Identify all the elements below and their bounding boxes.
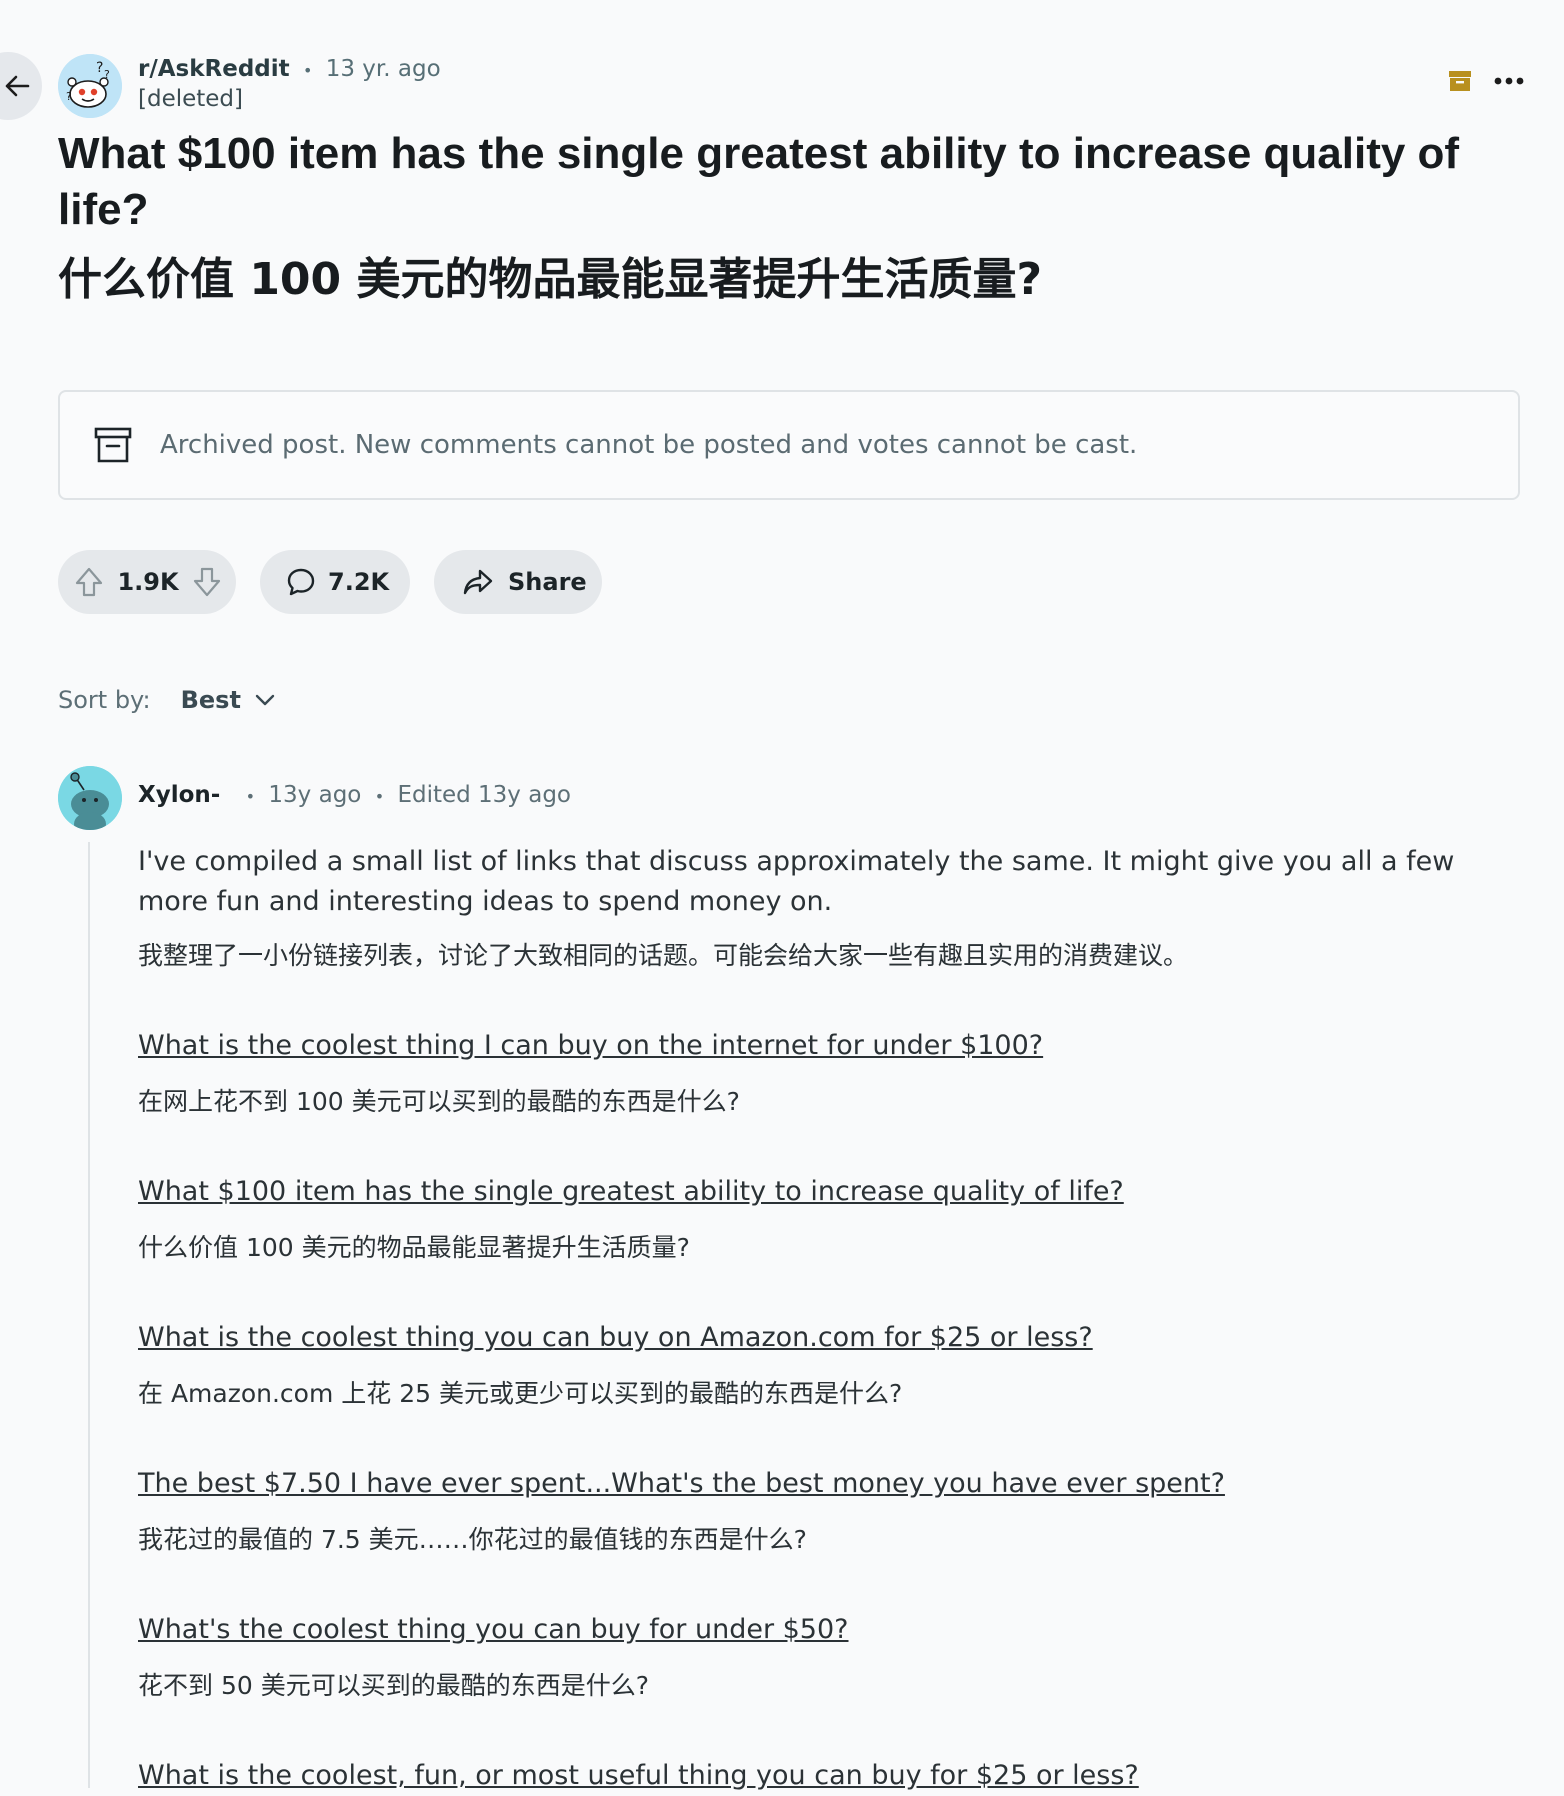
archive-icon (1448, 70, 1472, 92)
ellipsis-icon (1494, 77, 1524, 85)
more-options-button[interactable] (1494, 77, 1524, 85)
arrow-left-icon (2, 71, 32, 101)
chevron-down-icon[interactable] (255, 694, 275, 706)
comments-button[interactable]: 7.2K (260, 550, 410, 614)
comment-link[interactable]: What is the coolest thing I can buy on t… (138, 1026, 1043, 1066)
subreddit-avatar[interactable]: ? ? ? (58, 54, 122, 118)
comment-meta: Xylon- • 13y ago • Edited 13y ago (138, 782, 571, 808)
post-age: 13 yr. ago (325, 56, 441, 82)
post-actions: 1.9K 7.2K Share (58, 550, 602, 614)
share-label: Share (508, 568, 587, 596)
share-arrow-icon (462, 568, 494, 596)
archived-notice-text: Archived post. New comments cannot be po… (160, 430, 1138, 460)
link-item: What's the coolest thing you can buy for… (138, 1610, 1508, 1706)
archived-notice: Archived post. New comments cannot be po… (58, 390, 1520, 500)
svg-text:?: ? (96, 60, 103, 76)
link-item: What is the coolest thing I can buy on t… (138, 1026, 1508, 1122)
comment-link[interactable]: What's the coolest thing you can buy for… (138, 1610, 849, 1650)
comment-link[interactable]: What is the coolest thing you can buy on… (138, 1318, 1093, 1358)
subreddit-line: r/AskReddit • 13 yr. ago (138, 56, 441, 82)
link-item: The best $7.50 I have ever spent...What'… (138, 1464, 1508, 1560)
vote-count: 1.9K (117, 568, 179, 596)
comment-link[interactable]: The best $7.50 I have ever spent...What'… (138, 1464, 1225, 1504)
meta-separator: • (374, 787, 385, 806)
link-item: What is the coolest, fun, or most useful… (138, 1756, 1508, 1796)
svg-text:?: ? (66, 90, 72, 103)
comment-link-translation: 在网上花不到 100 美元可以买到的最酷的东西是什么? (138, 1087, 740, 1116)
comment-link[interactable]: What $100 item has the single greatest a… (138, 1172, 1124, 1212)
svg-text:?: ? (104, 68, 110, 81)
share-button[interactable]: Share (434, 550, 602, 614)
archive-box-icon (94, 427, 132, 463)
comment-link-translation: 在 Amazon.com 上花 25 美元或更少可以买到的最酷的东西是什么? (138, 1379, 903, 1408)
comment-body: I've compiled a small list of links that… (138, 842, 1508, 1796)
post-title-translation: 什么价值 100 美元的物品最能显著提升生活质量? (58, 254, 1043, 305)
comment-link[interactable]: What is the coolest, fun, or most useful… (138, 1756, 1139, 1796)
vote-control: 1.9K (58, 550, 236, 614)
meta-separator: • (245, 787, 256, 806)
sort-label: Sort by: (58, 686, 151, 714)
downvote-button[interactable] (192, 566, 222, 598)
comment-link-translation: 花不到 50 美元可以买到的最酷的东西是什么? (138, 1671, 649, 1700)
post-header: ? ? ? r/AskReddit • 13 yr. ago [deleted] (58, 52, 1524, 122)
header-actions (1448, 70, 1524, 92)
link-item: What $100 item has the single greatest a… (138, 1172, 1508, 1268)
upvote-button[interactable] (74, 566, 104, 598)
upvote-arrow-icon (75, 567, 103, 597)
sort-dropdown[interactable]: Best (181, 686, 241, 714)
post-title: What $100 item has the single greatest a… (58, 129, 1460, 234)
sort-control: Sort by: Best (58, 686, 275, 714)
link-item: What is the coolest thing you can buy on… (138, 1318, 1508, 1414)
back-button[interactable] (0, 52, 42, 120)
commenter-avatar[interactable] (58, 766, 122, 830)
comment-edited: Edited 13y ago (397, 782, 571, 808)
comment-count: 7.2K (328, 568, 390, 596)
subreddit-name[interactable]: r/AskReddit (138, 56, 290, 82)
comment-link-translation: 我花过的最值的 7.5 美元……你花过的最值钱的东西是什么? (138, 1525, 807, 1554)
comment-age: 13y ago (268, 782, 362, 808)
post-author: [deleted] (138, 86, 244, 112)
comment-intro-translation: 我整理了一小份链接列表，讨论了大致相同的话题。可能会给大家一些有趣且实用的消费建… (138, 941, 1189, 970)
speech-bubble-icon (286, 567, 316, 597)
meta-separator: • (302, 61, 313, 80)
thread-line[interactable] (88, 842, 90, 1788)
downvote-arrow-icon (193, 567, 221, 597)
comment-link-translation: 什么价值 100 美元的物品最能显著提升生活质量? (138, 1233, 690, 1262)
comment-intro: I've compiled a small list of links that… (138, 846, 1455, 917)
comment-author[interactable]: Xylon- (138, 782, 220, 808)
